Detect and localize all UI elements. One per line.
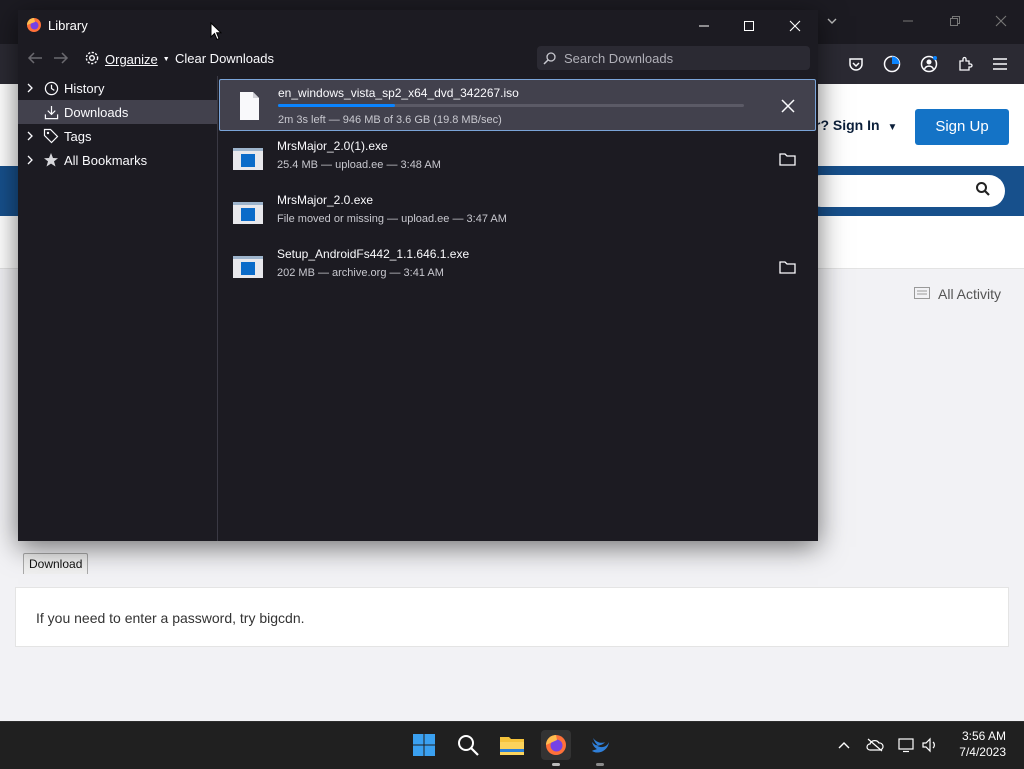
pocket-icon[interactable]	[846, 54, 866, 74]
account-icon[interactable]	[919, 54, 939, 74]
library-toolbar: Organize ▼ Clear Downloads	[18, 41, 818, 76]
library-title: Library	[48, 18, 88, 33]
all-activity-link[interactable]: All Activity	[914, 286, 1001, 302]
caret-down-icon: ▼	[887, 122, 898, 133]
clear-downloads-button[interactable]: Clear Downloads	[175, 51, 274, 66]
taskbar: 3:56 AM 7/4/2023	[0, 721, 1024, 769]
expand-chevron-icon[interactable]	[26, 131, 40, 141]
tab-list-chevron-icon[interactable]	[822, 12, 842, 32]
organize-button[interactable]: Organize ▼	[84, 50, 170, 69]
sign-in-label: r? Sign In	[815, 117, 880, 133]
exe-file-icon	[232, 143, 264, 175]
sidebar-item-tags[interactable]: Tags	[18, 124, 217, 148]
cancel-icon[interactable]	[778, 96, 798, 116]
folder-icon[interactable]	[777, 257, 797, 277]
download-tab[interactable]: Download	[23, 553, 89, 574]
firefox-icon[interactable]	[541, 730, 571, 766]
volume-icon[interactable]	[921, 736, 939, 754]
tag-icon	[42, 127, 60, 145]
search-downloads-field[interactable]	[537, 46, 810, 70]
gear-icon	[84, 50, 100, 69]
chevron-down-icon: ▼	[162, 56, 170, 63]
downloads-list: en_windows_vista_sp2_x64_dvd_342267.iso …	[219, 76, 818, 541]
download-filename: MrsMajor_2.0.exe	[277, 193, 374, 207]
download-item[interactable]: Setup_AndroidFs442_1.1.646.1.exe 202 MB …	[219, 241, 816, 293]
sidebar-item-all-bookmarks[interactable]: All Bookmarks	[18, 148, 217, 172]
network-icon[interactable]	[898, 736, 916, 754]
swift-app-icon[interactable]	[585, 730, 615, 766]
library-title-bar[interactable]: Library	[18, 10, 818, 41]
downloads-progress-icon[interactable]	[882, 54, 902, 74]
library-maximize-icon[interactable]	[739, 16, 759, 36]
star-icon	[42, 151, 60, 169]
sign-up-button[interactable]: Sign Up	[915, 109, 1009, 145]
search-icon[interactable]	[975, 181, 995, 201]
password-hint-text: If you need to enter a password, try big…	[36, 610, 305, 626]
restore-icon[interactable]	[945, 12, 965, 32]
search-icon[interactable]	[453, 730, 483, 760]
sidebar-item-history[interactable]: History	[18, 76, 217, 100]
library-sidebar: History Downloads Tags All Bookmarks	[18, 76, 218, 541]
download-status: 202 MB — archive.org — 3:41 AM	[277, 267, 444, 279]
clock-time: 3:56 AM	[961, 729, 1006, 743]
extensions-icon[interactable]	[955, 54, 975, 74]
back-arrow-icon[interactable]	[26, 50, 44, 66]
info-box: If you need to enter a password, try big…	[15, 587, 1009, 647]
chevron-up-icon[interactable]	[835, 736, 853, 754]
sidebar-item-downloads[interactable]: Downloads	[18, 100, 217, 124]
sidebar-item-label: Tags	[64, 128, 92, 144]
mouse-cursor-icon	[210, 21, 223, 46]
onedrive-offline-icon[interactable]	[866, 736, 884, 754]
exe-file-icon	[232, 197, 264, 229]
sidebar-item-label: Downloads	[64, 104, 129, 120]
download-progress-fill	[278, 104, 395, 107]
file-explorer-icon[interactable]	[497, 730, 527, 760]
hamburger-menu-icon[interactable]	[990, 54, 1010, 74]
windows-start-icon[interactable]	[409, 730, 439, 760]
search-downloads-input[interactable]	[562, 49, 806, 67]
minimize-icon[interactable]	[898, 12, 918, 32]
download-filename: en_windows_vista_sp2_x64_dvd_342267.iso	[278, 86, 519, 100]
download-item[interactable]: MrsMajor_2.0.exe File moved or missing —…	[219, 187, 816, 239]
generic-file-icon	[233, 90, 265, 122]
download-item[interactable]: MrsMajor_2.0(1).exe 25.4 MB — upload.ee …	[219, 133, 816, 185]
download-filename: Setup_AndroidFs442_1.1.646.1.exe	[277, 247, 470, 261]
expand-chevron-icon[interactable]	[26, 83, 40, 93]
download-status: File moved or missing — upload.ee — 3:47…	[277, 213, 507, 225]
search-icon	[543, 51, 556, 65]
firefox-logo-icon	[26, 17, 42, 33]
sidebar-item-label: History	[64, 80, 105, 96]
folder-icon[interactable]	[777, 149, 797, 169]
activity-icon	[914, 286, 930, 302]
forward-arrow-icon[interactable]	[52, 50, 70, 66]
sign-in-link[interactable]: r? Sign In ▼	[815, 117, 897, 133]
library-window: Library Organize ▼ Clear Downloads Searc…	[18, 10, 818, 541]
expand-chevron-icon[interactable]	[26, 155, 40, 165]
exe-file-icon	[232, 251, 264, 283]
library-close-icon[interactable]	[785, 16, 805, 36]
download-progress-bar	[278, 104, 744, 107]
library-minimize-icon[interactable]	[694, 16, 714, 36]
download-filename: MrsMajor_2.0(1).exe	[277, 139, 388, 153]
download-icon	[42, 103, 60, 121]
clock-icon	[42, 79, 60, 97]
clock-date: 7/4/2023	[959, 745, 1006, 759]
download-status: 25.4 MB — upload.ee — 3:48 AM	[277, 159, 441, 171]
download-item[interactable]: en_windows_vista_sp2_x64_dvd_342267.iso …	[219, 79, 816, 131]
system-clock[interactable]: 3:56 AM 7/4/2023	[940, 728, 1006, 760]
all-activity-label: All Activity	[938, 286, 1002, 302]
organize-label: Organize	[105, 52, 158, 67]
download-status: 2m 3s left — 946 MB of 3.6 GB (19.8 MB/s…	[278, 114, 502, 126]
close-icon[interactable]	[991, 12, 1011, 32]
sidebar-item-label: All Bookmarks	[64, 152, 148, 168]
